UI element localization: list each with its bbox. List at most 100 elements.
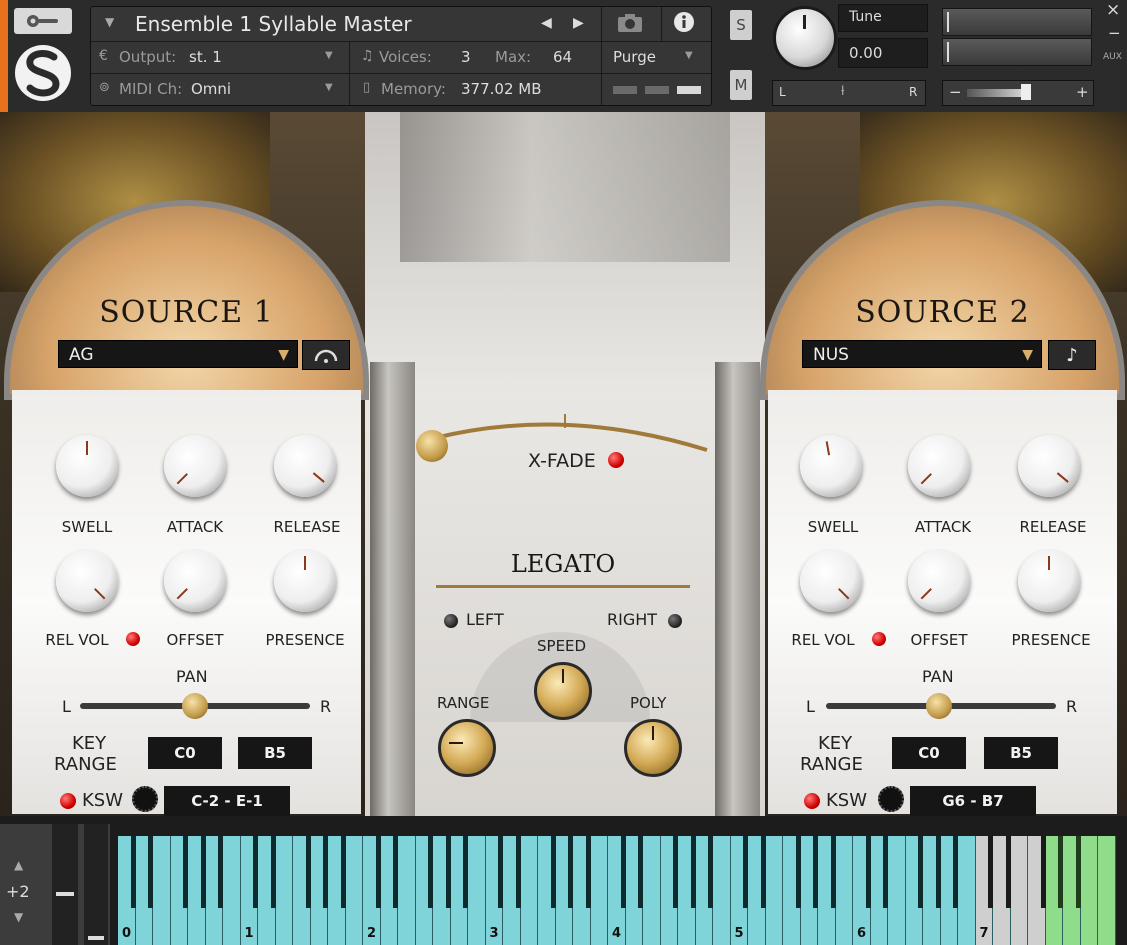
mute-button[interactable]: M bbox=[730, 70, 752, 100]
poly-knob[interactable] bbox=[624, 719, 682, 777]
xfade-handle[interactable] bbox=[416, 430, 448, 462]
source2-release-knob[interactable] bbox=[1018, 435, 1080, 497]
piano-white-key[interactable] bbox=[590, 836, 608, 945]
source2-offset-knob[interactable] bbox=[908, 550, 970, 612]
poly-label: POLY bbox=[630, 694, 667, 712]
output-row: € Output: st. 1 ▼ ♫ Voices: 3 Max: 64 Pu… bbox=[91, 41, 711, 105]
xfade-led[interactable] bbox=[608, 452, 624, 468]
xfade-label: X-FADE bbox=[528, 450, 596, 472]
aux-label[interactable]: AUX bbox=[1103, 52, 1122, 62]
source1-key-high-box[interactable]: B5 bbox=[238, 737, 312, 769]
piano-keyboard[interactable]: 0 1 2 3 4 5 6 7 bbox=[118, 836, 1127, 945]
piano-white-key[interactable] bbox=[643, 836, 661, 945]
source2-attack-knob[interactable] bbox=[908, 435, 970, 497]
piano-white-key[interactable] bbox=[398, 836, 416, 945]
info-icon[interactable] bbox=[673, 11, 695, 37]
instrument-accent-bar bbox=[0, 0, 8, 112]
source2-swell-knob[interactable] bbox=[800, 435, 862, 497]
piano-white-key[interactable] bbox=[958, 836, 976, 945]
source2-ksw-knob[interactable] bbox=[878, 786, 904, 812]
source1-rel-vol-knob[interactable] bbox=[56, 550, 118, 612]
source1-release-knob[interactable] bbox=[274, 435, 336, 497]
source2-note-icon[interactable]: ♪ bbox=[1048, 340, 1096, 370]
pitch-wheel[interactable] bbox=[52, 824, 78, 945]
collapse-arrow-icon[interactable]: ▼ bbox=[105, 15, 114, 29]
octave-down-icon[interactable]: ▼ bbox=[14, 910, 23, 924]
source1-key-low-box[interactable]: C0 bbox=[148, 737, 222, 769]
instrument-name[interactable]: Ensemble 1 Syllable Master bbox=[135, 12, 412, 36]
octave-up-icon[interactable]: ▲ bbox=[14, 858, 23, 872]
source2-presence-knob[interactable] bbox=[1018, 550, 1080, 612]
octave-label: 2 bbox=[367, 926, 377, 941]
output-dropdown-icon[interactable]: ▼ bbox=[325, 50, 333, 61]
purge-meter-1 bbox=[613, 86, 637, 94]
next-preset-icon[interactable]: ▶ bbox=[573, 15, 584, 31]
legato-left-led[interactable] bbox=[444, 614, 458, 628]
wrench-icon[interactable] bbox=[14, 8, 72, 34]
pan-slider[interactable]: L ⟊ R bbox=[772, 80, 926, 106]
source1-preset-select[interactable]: AG ▼ bbox=[58, 340, 298, 368]
source1-rel-vol-label: REL VOL bbox=[45, 631, 109, 649]
source2-key-low-box[interactable]: C0 bbox=[892, 737, 966, 769]
source2-ksw-range-box[interactable]: G6 - B7 bbox=[910, 786, 1036, 816]
source2-pan-handle[interactable] bbox=[926, 693, 952, 719]
piano-white-key[interactable] bbox=[345, 836, 363, 945]
piano-white-key[interactable] bbox=[153, 836, 171, 945]
output-value[interactable]: st. 1 bbox=[189, 48, 222, 66]
prev-preset-icon[interactable]: ◀ bbox=[541, 15, 552, 31]
piano-white-key[interactable] bbox=[468, 836, 486, 945]
minimize-icon[interactable]: − bbox=[1108, 24, 1121, 42]
source1-key-label: KEY bbox=[72, 733, 107, 754]
source2-rel-vol-knob[interactable] bbox=[800, 550, 862, 612]
piano-white-key[interactable] bbox=[765, 836, 783, 945]
piano-white-key[interactable] bbox=[835, 836, 853, 945]
source1-attack-knob[interactable] bbox=[164, 435, 226, 497]
piano-white-key[interactable] bbox=[1098, 836, 1116, 945]
volume-handle[interactable] bbox=[1021, 84, 1031, 100]
mod-wheel[interactable] bbox=[84, 824, 108, 945]
piano-white-key[interactable] bbox=[888, 836, 906, 945]
tune-value[interactable]: 0.00 bbox=[849, 44, 882, 62]
close-icon[interactable]: × bbox=[1106, 0, 1120, 20]
source2-ksw-led[interactable] bbox=[804, 793, 820, 809]
source2-preset-select[interactable]: NUS ▼ bbox=[802, 340, 1042, 368]
max-label: Max: bbox=[495, 48, 532, 66]
max-voices-value[interactable]: 64 bbox=[553, 48, 572, 66]
piano-white-key[interactable] bbox=[275, 836, 293, 945]
source1-swell-knob[interactable] bbox=[56, 435, 118, 497]
piano-white-key[interactable] bbox=[1080, 836, 1098, 945]
source1-rel-vol-led[interactable] bbox=[126, 632, 140, 646]
source2-attack-label: ATTACK bbox=[914, 518, 972, 536]
piano-white-key[interactable] bbox=[713, 836, 731, 945]
speed-knob[interactable] bbox=[534, 662, 592, 720]
xfade-slider[interactable] bbox=[425, 412, 710, 454]
source1-ksw-range-box[interactable]: C-2 - E-1 bbox=[164, 786, 290, 816]
piano-white-key[interactable] bbox=[1010, 836, 1028, 945]
tune-value-box[interactable]: 0.00 bbox=[838, 38, 928, 68]
tune-knob[interactable] bbox=[773, 6, 837, 70]
pan-center-icon[interactable]: ⟊ bbox=[841, 83, 845, 99]
midi-channel-value[interactable]: Omni bbox=[191, 80, 231, 98]
purge-button[interactable]: Purge bbox=[613, 48, 656, 66]
purge-dropdown-icon[interactable]: ▼ bbox=[685, 50, 693, 61]
volume-level-bar bbox=[967, 89, 1027, 97]
volume-minus-icon[interactable]: − bbox=[949, 83, 962, 101]
source1-presence-knob[interactable] bbox=[274, 550, 336, 612]
solo-button[interactable]: S bbox=[730, 10, 752, 40]
source1-offset-knob[interactable] bbox=[164, 550, 226, 612]
source1-title: SOURCE 1 bbox=[99, 295, 274, 330]
source1-arc-icon[interactable] bbox=[302, 340, 350, 370]
range-knob[interactable] bbox=[438, 719, 496, 777]
volume-slider[interactable]: − + bbox=[942, 80, 1094, 106]
piano-white-key[interactable] bbox=[520, 836, 538, 945]
source1-preset-value: AG bbox=[69, 345, 94, 365]
legato-right-led[interactable] bbox=[668, 614, 682, 628]
midi-dropdown-icon[interactable]: ▼ bbox=[325, 82, 333, 93]
source1-ksw-led[interactable] bbox=[60, 793, 76, 809]
source1-pan-handle[interactable] bbox=[182, 693, 208, 719]
source2-key-high-box[interactable]: B5 bbox=[984, 737, 1058, 769]
piano-white-key[interactable] bbox=[223, 836, 241, 945]
source1-ksw-knob[interactable] bbox=[132, 786, 158, 812]
camera-icon[interactable] bbox=[617, 13, 643, 37]
volume-plus-icon[interactable]: + bbox=[1076, 83, 1089, 101]
